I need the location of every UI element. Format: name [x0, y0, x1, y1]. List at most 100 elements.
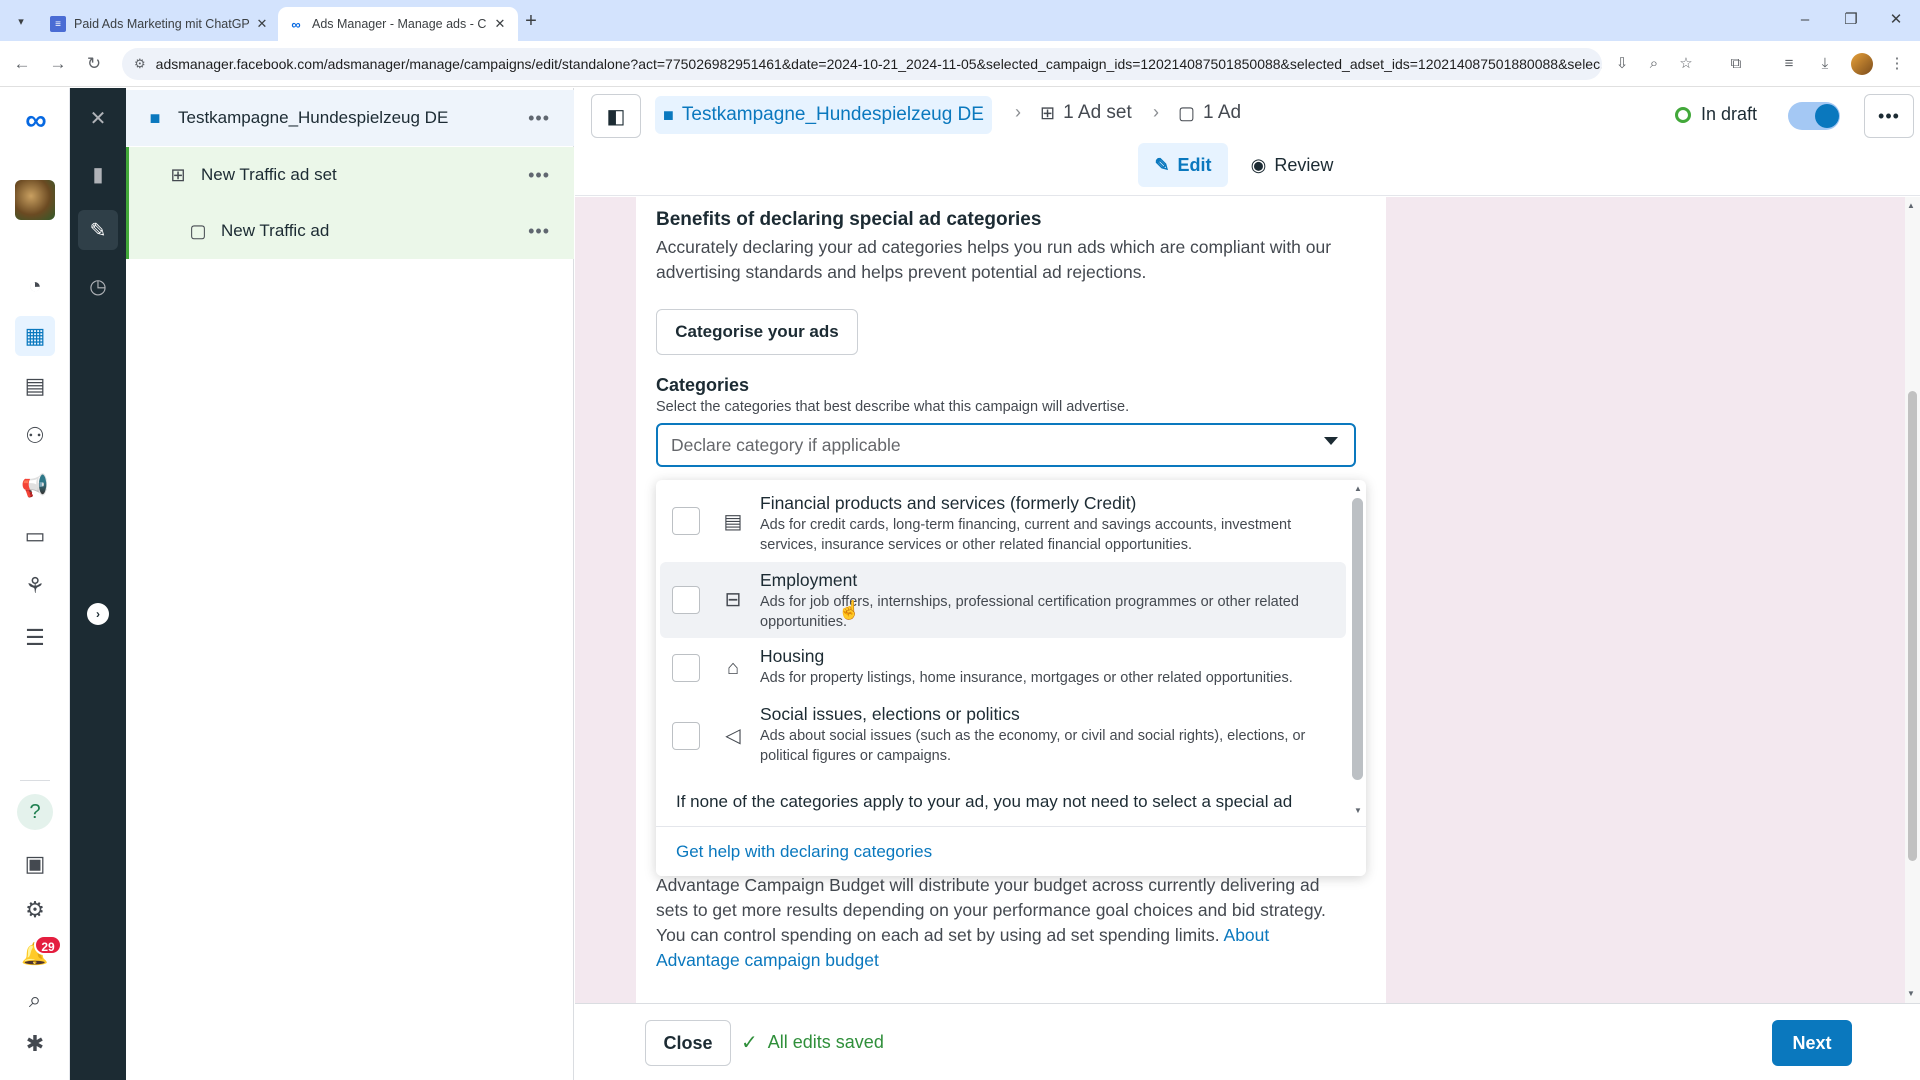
- category-dropdown-menu: ▤ Financial products and services (forme…: [656, 480, 1366, 876]
- close-button[interactable]: Close: [645, 1020, 731, 1066]
- more-options-icon[interactable]: •••: [528, 221, 550, 242]
- performance-chart-icon[interactable]: ▮: [78, 154, 118, 194]
- business-tools-icon[interactable]: ⚘: [15, 566, 55, 606]
- categories-heading: Categories: [656, 375, 750, 395]
- close-tab-icon[interactable]: ✕: [492, 16, 508, 32]
- category-option-social-issues[interactable]: ◁ Social issues, elections or politics A…: [660, 700, 1346, 776]
- browser-tab-ads-manager[interactable]: ∞ Ads Manager - Manage ads - C ✕: [278, 7, 518, 41]
- extensions-puzzle-icon[interactable]: ⧉: [1724, 52, 1748, 76]
- save-status: ✓ All edits saved: [741, 1030, 884, 1055]
- housing-checkbox[interactable]: [672, 654, 700, 682]
- scroll-up-arrow-icon[interactable]: ▲: [1907, 201, 1915, 210]
- report-bug-icon[interactable]: ✱: [15, 1024, 55, 1064]
- tab-title: Paid Ads Marketing mit ChatGP: [74, 17, 250, 31]
- restore-window-icon[interactable]: ❐: [1831, 8, 1871, 32]
- option-description: Ads about social issues (such as the eco…: [760, 728, 1306, 764]
- profile-avatar[interactable]: [1851, 53, 1873, 75]
- dropdown-footer-text: If none of the categories apply to your …: [676, 792, 1293, 811]
- ads-reporting-icon[interactable]: ▤: [15, 366, 55, 406]
- tab-title: Ads Manager - Manage ads - C: [312, 17, 487, 31]
- categories-hint: Select the categories that best describe…: [656, 399, 1130, 415]
- page-scrollbar[interactable]: ▲ ▼: [1905, 197, 1920, 1003]
- option-title: Financial products and services (formerl…: [760, 493, 1137, 513]
- editor-footer: Close ✓ All edits saved Next: [575, 1003, 1920, 1080]
- close-tab-icon[interactable]: ✕: [254, 16, 270, 32]
- dropdown-scrollbar-thumb[interactable]: [1352, 498, 1363, 780]
- zoom-icon[interactable]: ⌕: [1642, 52, 1666, 76]
- pencil-icon: ✎: [1154, 154, 1170, 175]
- help-question-icon[interactable]: ?: [17, 794, 53, 830]
- advertising-settings-megaphone-icon[interactable]: 📢: [15, 466, 55, 506]
- financial-checkbox[interactable]: [672, 507, 700, 535]
- install-app-icon[interactable]: ⇩: [1610, 52, 1634, 76]
- tree-item-ad[interactable]: ▢ New Traffic ad •••: [126, 203, 574, 259]
- media-control-icon[interactable]: ≡: [1777, 52, 1801, 76]
- expand-chevron-icon[interactable]: ›: [87, 603, 109, 625]
- close-window-icon[interactable]: ✕: [1876, 8, 1916, 32]
- more-options-icon[interactable]: •••: [528, 108, 550, 129]
- scroll-up-arrow-icon[interactable]: ▲: [1354, 484, 1362, 493]
- meta-favicon-icon: ∞: [291, 16, 301, 32]
- account-overview-gauge-icon[interactable]: ◔: [15, 266, 55, 306]
- ad-frame-icon: ▢: [189, 220, 207, 241]
- more-options-icon[interactable]: •••: [528, 165, 550, 186]
- tree-item-campaign[interactable]: ■ Testkampagne_Hundespielzeug DE •••: [126, 90, 574, 146]
- dropdown-scrollbar[interactable]: ▲ ▼: [1351, 484, 1364, 816]
- back-arrow-icon[interactable]: ←: [10, 52, 34, 76]
- edit-mode-button[interactable]: ✎ Edit: [1138, 143, 1228, 187]
- option-description: Ads for property listings, home insuranc…: [760, 670, 1293, 686]
- editing-tools-strip: ✕ ▮ ✎ ◷ ›: [70, 88, 126, 1080]
- audiences-icon[interactable]: ⚇: [15, 416, 55, 456]
- minimize-window-icon[interactable]: –: [1785, 8, 1825, 32]
- tree-item-adset[interactable]: ⊞ New Traffic ad set •••: [126, 147, 574, 203]
- tab-search-chevron-icon[interactable]: ▾: [10, 10, 32, 32]
- reload-icon[interactable]: ↻: [82, 52, 106, 76]
- breadcrumb-ad[interactable]: ▢ 1 Ad: [1178, 102, 1241, 124]
- all-tools-menu-icon[interactable]: ☰: [15, 618, 55, 658]
- meta-logo-icon[interactable]: ∞: [16, 106, 56, 136]
- settings-gear-icon[interactable]: ⚙: [15, 890, 55, 930]
- toggle-panel-icon[interactable]: ◧: [591, 94, 641, 138]
- edit-pencil-icon[interactable]: ✎: [78, 210, 118, 250]
- next-button[interactable]: Next: [1772, 1020, 1852, 1066]
- close-editor-icon[interactable]: ✕: [78, 98, 118, 138]
- billing-card-icon[interactable]: ▭: [15, 516, 55, 556]
- rail-divider: [20, 780, 50, 781]
- page-scrollbar-thumb[interactable]: [1908, 391, 1917, 861]
- employment-checkbox[interactable]: [672, 586, 700, 614]
- category-select[interactable]: Declare category if applicable: [656, 423, 1356, 467]
- caret-down-icon: [1324, 437, 1338, 445]
- folder-icon: ■: [149, 107, 161, 128]
- category-option-housing[interactable]: ⌂ Housing Ads for property listings, hom…: [660, 642, 1346, 698]
- scroll-down-arrow-icon[interactable]: ▼: [1354, 806, 1362, 815]
- url-text: adsmanager.facebook.com/adsmanager/manag…: [155, 56, 1602, 72]
- browser-menu-icon[interactable]: ⋮: [1885, 52, 1909, 76]
- account-avatar[interactable]: [15, 180, 55, 220]
- social-issues-checkbox[interactable]: [672, 722, 700, 750]
- site-info-icon[interactable]: ⚙: [134, 56, 146, 72]
- url-field[interactable]: ⚙ adsmanager.facebook.com/adsmanager/man…: [122, 48, 1602, 80]
- category-option-financial[interactable]: ▤ Financial products and services (forme…: [660, 488, 1346, 558]
- new-tab-plus-icon[interactable]: +: [520, 10, 542, 33]
- option-title: Employment: [760, 570, 858, 590]
- breadcrumb-adset[interactable]: ⊞ 1 Ad set: [1040, 102, 1132, 124]
- select-placeholder: Declare category if applicable: [671, 434, 901, 455]
- categorise-ads-button[interactable]: Categorise your ads: [656, 309, 858, 355]
- briefcase-icon: ⊟: [724, 589, 742, 611]
- help-declaring-categories-link[interactable]: Get help with declaring categories: [656, 826, 1366, 876]
- review-mode-button[interactable]: ◉ Review: [1242, 143, 1342, 187]
- search-icon[interactable]: ⌕: [15, 980, 55, 1020]
- campaign-on-off-toggle[interactable]: [1788, 102, 1840, 130]
- browser-tab-paid-ads[interactable]: ≡ Paid Ads Marketing mit ChatGP ✕: [40, 7, 280, 41]
- breadcrumb-campaign[interactable]: ■ Testkampagne_Hundespielzeug DE: [655, 96, 992, 134]
- forward-arrow-icon[interactable]: →: [46, 52, 70, 76]
- bookmark-star-icon[interactable]: ☆: [1674, 52, 1698, 76]
- campaigns-table-icon[interactable]: ▦: [15, 316, 55, 356]
- history-clock-icon[interactable]: ◷: [78, 266, 118, 306]
- news-feed-icon[interactable]: ▣: [15, 844, 55, 884]
- review-label: Review: [1274, 154, 1334, 175]
- category-option-employment[interactable]: ⊟ Employment Ads for job offers, interns…: [660, 562, 1346, 638]
- scroll-down-arrow-icon[interactable]: ▼: [1907, 989, 1915, 998]
- more-actions-button[interactable]: •••: [1864, 94, 1914, 138]
- downloads-icon[interactable]: ⤓: [1813, 52, 1837, 76]
